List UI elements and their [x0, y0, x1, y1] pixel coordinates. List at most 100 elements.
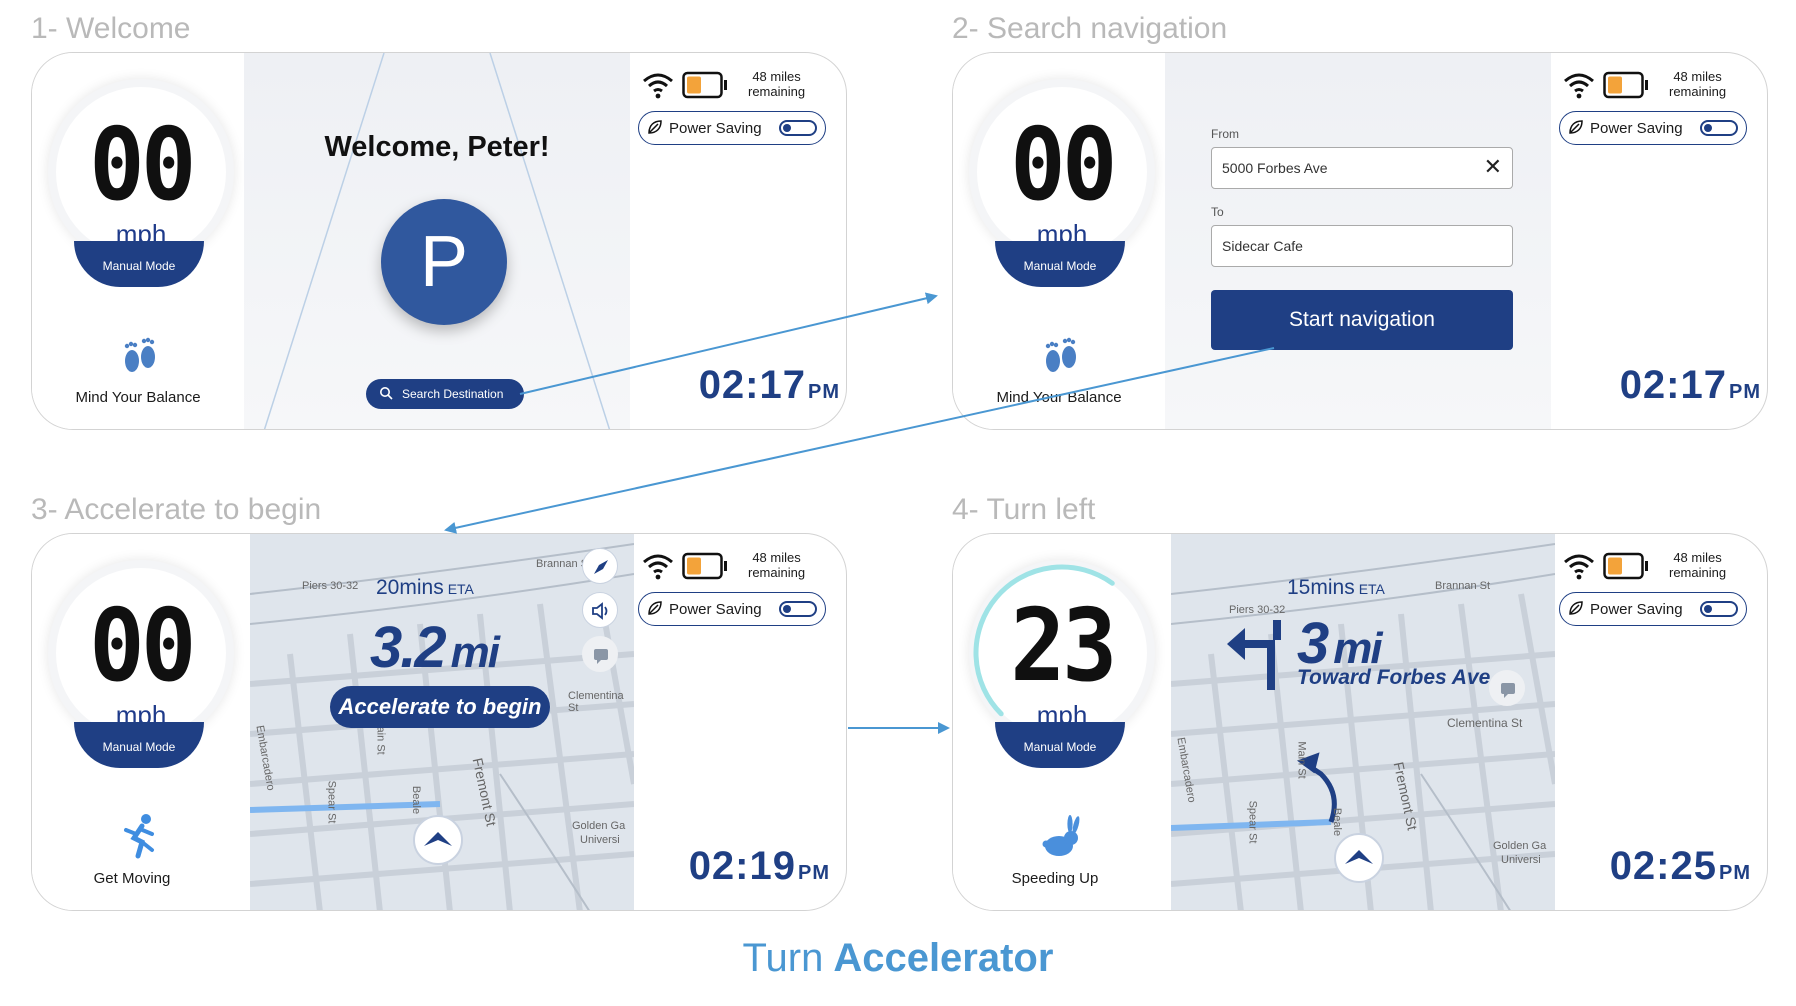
power-saving-switch[interactable] [1700, 601, 1738, 617]
compass-icon[interactable] [582, 548, 618, 584]
power-saving-toggle[interactable]: Power Saving [638, 592, 826, 626]
clear-icon[interactable]: ✕ [1484, 156, 1502, 178]
message-icon[interactable] [1489, 670, 1525, 706]
running-person-icon [124, 814, 154, 859]
panel-welcome: 00 mph Manual Mode Mind Your Balance Wel… [31, 52, 847, 430]
power-saving-label: Power Saving [669, 120, 762, 137]
clock: 02:19 PM [630, 844, 830, 889]
footprints-icon [124, 337, 155, 372]
search-destination-button[interactable]: Search Destination [366, 379, 524, 409]
battery-icon [1603, 552, 1648, 580]
speed-column: 00 mph Manual Mode Mind Your Balance [953, 53, 1165, 429]
toward-street: Toward Forbes Ave. [1297, 666, 1497, 689]
welcome-area: Welcome, Peter! P Search Destination [244, 53, 630, 429]
power-saving-label: Power Saving [669, 601, 762, 618]
step-title-1: 1- Welcome [31, 12, 191, 45]
footprints-icon [1045, 337, 1076, 372]
speedometer: 00 mph [969, 79, 1155, 265]
accelerate-prompt: Accelerate to begin [330, 686, 550, 728]
to-field[interactable]: Sidecar Cafe [1211, 225, 1513, 267]
board-caption: Turn Accelerator [0, 936, 1796, 981]
search-icon [380, 387, 393, 400]
map-label: Main St [1295, 741, 1308, 779]
map-label: Clementina St [568, 690, 624, 714]
wifi-icon [1564, 73, 1594, 99]
mode-badge[interactable]: Manual Mode [995, 722, 1125, 768]
distance: 3.2 mi [370, 614, 500, 681]
status-label: Speeding Up [1011, 870, 1099, 887]
mode-badge[interactable]: Manual Mode [995, 241, 1125, 287]
clock-time: 02:25 [1609, 844, 1717, 888]
range-label: remaining [748, 565, 806, 580]
vehicle-position-icon [413, 815, 463, 865]
mode-badge[interactable]: Manual Mode [74, 241, 204, 287]
map-view[interactable]: Main St Spear St Beale Fremont St Clemen… [1171, 534, 1555, 910]
clock-ampm: PM [798, 862, 830, 884]
step-title-4: 4- Turn left [952, 493, 1096, 526]
map-label: Piers 30-32 [302, 580, 359, 592]
leaf-icon [1569, 601, 1583, 615]
mode-badge[interactable]: Manual Mode [74, 722, 204, 768]
status-label: Get Moving [93, 870, 171, 887]
map-label: Golden Ga [572, 820, 626, 832]
power-saving-toggle[interactable]: Power Saving [638, 111, 826, 145]
battery-icon [1603, 71, 1648, 99]
clock-ampm: PM [1719, 862, 1751, 884]
design-board: 1- Welcome 2- Search navigation 3- Accel… [0, 0, 1796, 1006]
avatar[interactable]: P [381, 199, 507, 325]
to-value: Sidecar Cafe [1222, 238, 1303, 254]
status-column: 48 miles remaining Power Saving 02:17 PM [630, 53, 846, 429]
range-remaining: 48 miles remaining [1669, 550, 1726, 580]
leaf-icon [1569, 120, 1583, 134]
eta: 20mins ETA [376, 576, 474, 600]
speedometer: 23 mph [969, 560, 1155, 746]
clock: 02:17 PM [1551, 363, 1761, 408]
map-label: Brannan St [1435, 580, 1491, 592]
speed-readout: 00 [89, 587, 196, 704]
eta-label: ETA [1358, 581, 1385, 597]
start-navigation-button[interactable]: Start navigation [1211, 290, 1513, 350]
leaf-icon [648, 120, 662, 134]
power-saving-switch[interactable] [1700, 120, 1738, 136]
map-label: Universi [580, 834, 620, 846]
wifi-icon [1564, 554, 1594, 580]
map-label: Golden Ga [1493, 840, 1547, 852]
speed-column: 00 mph Manual Mode Get Moving [32, 534, 244, 910]
speaker-icon[interactable] [582, 592, 618, 628]
navigation-form: From 5000 Forbes Ave ✕ To Sidecar Cafe St… [1165, 53, 1551, 429]
eta-label: ETA [447, 581, 474, 597]
wifi-icon [643, 554, 673, 580]
to-label: To [1211, 205, 1224, 219]
map-label: Clementina St [1447, 716, 1523, 730]
clock-time: 02:17 [1619, 363, 1727, 407]
rabbit-icon [1042, 815, 1080, 856]
power-saving-toggle[interactable]: Power Saving [1559, 592, 1747, 626]
range-remaining: 48 miles remaining [748, 69, 805, 99]
status-column: 48 miles remaining Power Saving 02:19 PM [630, 534, 846, 910]
power-saving-switch[interactable] [779, 601, 817, 617]
speedometer: 00 mph [48, 79, 234, 265]
range-miles: 48 miles [1673, 69, 1722, 84]
map-label: Universi [1501, 854, 1541, 866]
status-column: 48 miles remaining Power Saving 02:17 PM [1551, 53, 1767, 429]
from-field[interactable]: 5000 Forbes Ave ✕ [1211, 147, 1513, 189]
range-remaining: 48 miles remaining [1669, 69, 1726, 99]
eta: 15mins ETA [1287, 576, 1385, 600]
welcome-heading: Welcome, Peter! [324, 131, 550, 163]
speed-column: 00 mph Manual Mode Mind Your Balance [32, 53, 244, 429]
status-column: 48 miles remaining Power Saving 02:25 PM [1551, 534, 1767, 910]
power-saving-switch[interactable] [779, 120, 817, 136]
range-remaining: 48 miles remaining [748, 550, 805, 580]
range-label: remaining [1669, 84, 1727, 99]
status-label: Mind Your Balance [75, 389, 201, 406]
from-value: 5000 Forbes Ave [1222, 160, 1328, 176]
caption-part1: Turn [742, 936, 824, 980]
power-saving-toggle[interactable]: Power Saving [1559, 111, 1747, 145]
map-view[interactable]: Main St Spear St Beale Fremont St Clemen… [250, 534, 634, 910]
search-destination-label: Search Destination [402, 387, 504, 401]
speedometer: 00 mph [48, 560, 234, 746]
clock-ampm: PM [1729, 381, 1761, 403]
message-icon[interactable] [582, 636, 618, 672]
map-label: Piers 30-32 [1229, 604, 1286, 616]
panel-search-navigation: 00 mph Manual Mode Mind Your Balance Fro… [952, 52, 1768, 430]
